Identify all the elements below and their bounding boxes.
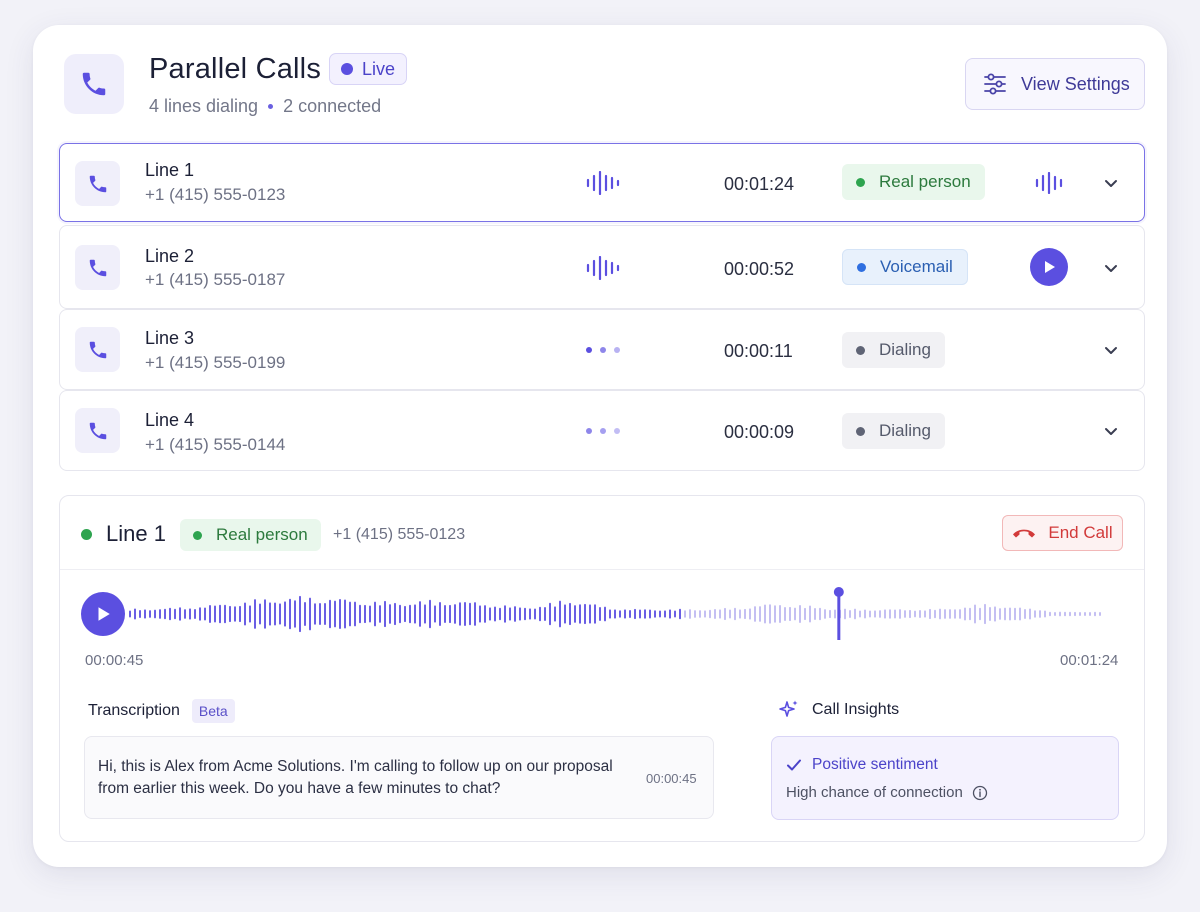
status-badge: Voicemail	[842, 249, 968, 285]
line-phone: +1 (415) 555-0144	[145, 435, 286, 454]
play-icon	[1045, 261, 1055, 273]
view-settings-button[interactable]: View Settings	[965, 58, 1145, 110]
line-name: Line 4	[145, 410, 195, 430]
line-row-1[interactable]: Line 1 +1 (415) 555-0123 00:01:24 Real p…	[59, 143, 1145, 222]
status-dot-icon	[856, 426, 865, 436]
checkmark-icon	[787, 759, 801, 771]
status-label: Dialing	[879, 421, 931, 440]
call-insights-title: Call Insights	[812, 701, 900, 718]
lines-dialing-count: 4 lines dialing	[149, 96, 259, 116]
live-dot-icon	[341, 63, 353, 75]
status-dot-icon	[856, 177, 865, 187]
total-time: 00:01:24	[1060, 652, 1119, 669]
hang-up-icon	[1013, 529, 1036, 538]
status-label: Voicemail	[880, 257, 953, 276]
line-row-2[interactable]: Line 2 +1 (415) 555-0187 00:00:52 Voicem…	[59, 225, 1145, 309]
status-badge: Real person	[180, 519, 321, 551]
sparkle-icon	[779, 700, 798, 717]
info-icon[interactable]	[972, 785, 988, 801]
status-dot-icon	[857, 262, 866, 272]
call-duration: 00:00:09	[724, 422, 795, 442]
transcription-timestamp: 00:00:45	[646, 771, 697, 786]
call-insights-header: Call Insights	[778, 699, 899, 721]
end-call-button[interactable]: End Call	[1002, 515, 1123, 551]
transcription-header: Transcription Beta	[88, 699, 235, 723]
line-phone: +1 (415) 555-0199	[145, 353, 286, 372]
phone-icon	[75, 327, 120, 372]
view-settings-label: View Settings	[1021, 73, 1130, 94]
call-detail-panel: Line 1 Real person +1 (415) 555-0123 End…	[59, 495, 1145, 842]
chevron-down-icon[interactable]	[1102, 341, 1120, 359]
transcription-text: Hi, this is Alex from Acme Solutions. I'…	[98, 758, 613, 797]
playback-play-button[interactable]	[81, 592, 125, 636]
status-dot-icon	[193, 530, 202, 540]
status-label: Dialing	[879, 340, 931, 359]
connected-count: 2 connected	[283, 96, 382, 116]
status-dot-icon	[856, 345, 865, 355]
line-row-4[interactable]: Line 4 +1 (415) 555-0144 00:00:09 Dialin…	[59, 390, 1145, 471]
separator-dot-icon	[268, 104, 274, 109]
page-title: Parallel Calls	[149, 53, 322, 85]
end-call-label: End Call	[1048, 523, 1113, 542]
audio-waveform-scrubber[interactable]	[126, 584, 1116, 644]
current-time: 00:00:45	[85, 652, 144, 669]
status-badge: Dialing	[842, 413, 945, 449]
play-voicemail-button[interactable]	[1030, 248, 1068, 286]
transcription-entry: Hi, this is Alex from Acme Solutions. I'…	[84, 736, 714, 819]
connection-chance-label: High chance of connection	[786, 784, 963, 801]
typing-dots-icon	[586, 347, 620, 353]
call-summary: 4 lines dialing 2 connected	[149, 96, 381, 117]
parallel-calls-card: Parallel Calls Live 4 lines dialing 2 co…	[33, 25, 1167, 867]
phone-icon	[75, 245, 120, 290]
phone-icon	[75, 161, 120, 206]
chevron-down-icon[interactable]	[1102, 259, 1120, 277]
beta-badge: Beta	[191, 699, 235, 723]
call-duration: 00:00:11	[724, 341, 793, 361]
typing-dots-icon	[586, 428, 620, 434]
line-phone: +1 (415) 555-0187	[145, 270, 286, 289]
detail-line-name: Line 1	[106, 521, 166, 546]
line-name: Line 3	[145, 328, 195, 348]
play-icon	[98, 607, 110, 621]
detail-line-title: Line 1	[81, 521, 166, 547]
status-badge: Real person	[842, 164, 985, 200]
live-label: Live	[362, 58, 396, 79]
call-duration: 00:01:24	[724, 174, 795, 194]
line-phone: +1 (415) 555-0123	[145, 185, 286, 204]
status-badge: Dialing	[842, 332, 945, 368]
chevron-down-icon[interactable]	[1102, 174, 1120, 192]
phone-icon	[64, 54, 124, 114]
audio-wave-icon	[1035, 172, 1063, 194]
status-label: Real person	[216, 525, 308, 544]
sentiment-row: Positive sentiment	[786, 756, 938, 774]
audio-wave-icon	[586, 171, 620, 195]
insight-card: Positive sentiment High chance of connec…	[771, 736, 1119, 820]
sliders-icon	[984, 73, 1006, 95]
call-duration: 00:00:52	[724, 259, 795, 279]
chevron-down-icon[interactable]	[1102, 422, 1120, 440]
transcription-title: Transcription	[88, 702, 180, 719]
sentiment-label: Positive sentiment	[812, 756, 938, 773]
connected-dot-icon	[81, 528, 92, 540]
line-row-3[interactable]: Line 3 +1 (415) 555-0199 00:00:11 Dialin…	[59, 309, 1145, 390]
line-name: Line 1	[145, 160, 195, 180]
playhead-handle[interactable]	[833, 587, 844, 597]
connection-chance-row: High chance of connection	[786, 784, 988, 801]
line-name: Line 2	[145, 246, 195, 266]
detail-phone: +1 (415) 555-0123	[333, 526, 466, 543]
phone-icon	[75, 408, 120, 453]
audio-wave-icon	[586, 256, 620, 280]
status-label: Real person	[879, 172, 971, 191]
live-badge: Live	[329, 53, 408, 85]
divider	[60, 569, 1144, 570]
